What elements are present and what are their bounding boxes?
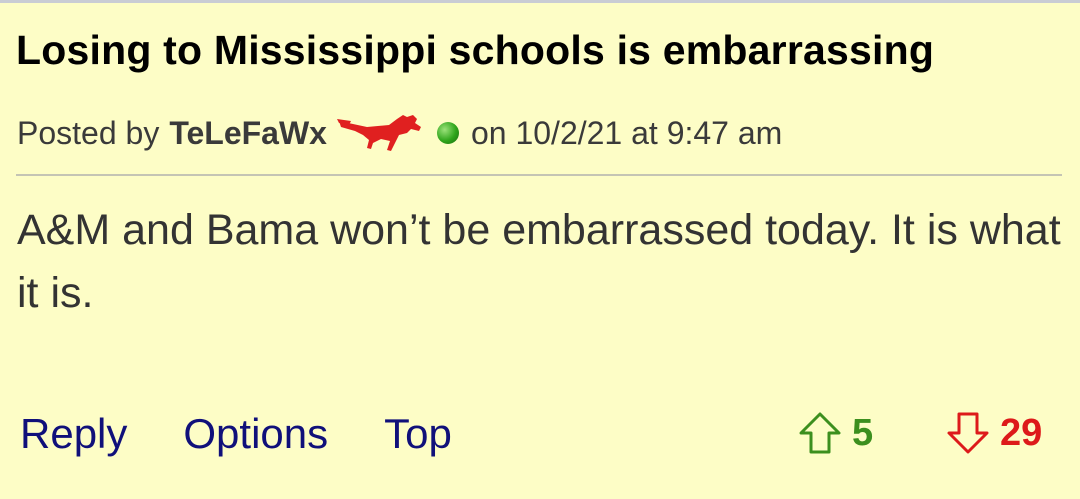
post-meta: Posted by TeLeFaWx on 10/2/21 at 9:47 am [17,111,782,155]
forum-post: Losing to Mississippi schools is embarra… [0,0,1080,499]
author-name[interactable]: TeLeFaWx [169,115,327,152]
downvote-count: 29 [1000,411,1043,454]
downvote-arrow-icon [947,412,989,454]
post-actions: Reply Options Top [20,410,452,458]
post-title: Losing to Mississippi schools is embarra… [16,27,935,73]
mustang-icon [336,113,429,153]
divider [16,174,1062,176]
post-body: A&M and Bama won’t be embarrassed today.… [17,206,1061,317]
upvote-button[interactable]: 5 [798,405,873,461]
post-date: on 10/2/21 at 9:47 am [470,114,783,151]
upvote-count: 5 [852,411,874,454]
options-link[interactable]: Options [183,410,328,458]
reply-link[interactable]: Reply [20,410,127,458]
posted-by-label: Posted by [17,114,160,151]
downvote-button[interactable]: 29 [946,405,1042,461]
online-status-icon [436,122,459,144]
top-link[interactable]: Top [384,410,452,458]
upvote-arrow-icon [799,412,841,454]
